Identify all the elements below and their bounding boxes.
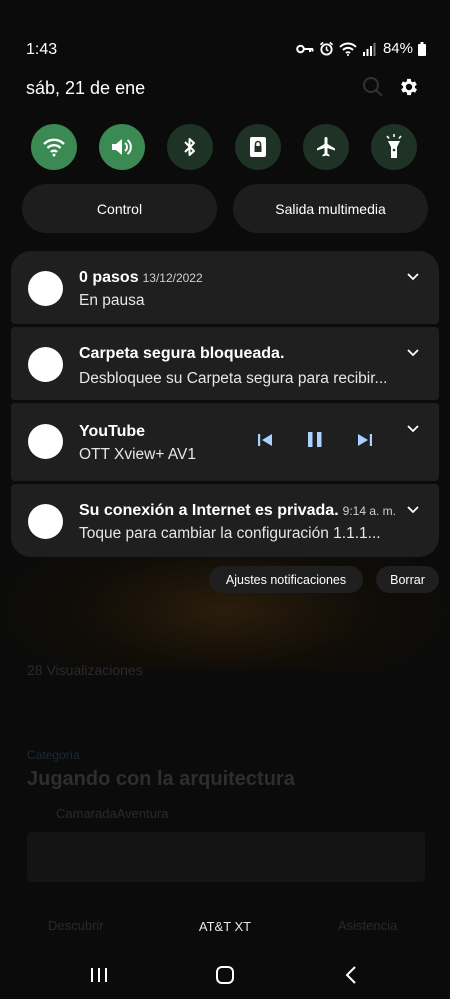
notification-settings-button[interactable]: Ajustes notificaciones [209, 566, 363, 593]
key-icon [296, 44, 314, 53]
notification-body: OTT Xview+ AV1 [79, 446, 197, 463]
app-icon [28, 271, 63, 306]
signal-icon [362, 42, 376, 56]
panel-actions [362, 76, 420, 98]
media-output-button[interactable]: Salida multimedia [233, 184, 428, 233]
notification-time: 9:14 a. m. [342, 504, 397, 518]
notification-title: Carpeta segura bloqueada. [79, 345, 285, 362]
recents-icon [91, 968, 107, 982]
notification-steps[interactable]: 0 pasos 13/12/2022 En pausa [11, 251, 439, 324]
toggle-bluetooth[interactable] [167, 124, 213, 170]
bluetooth-icon [184, 138, 195, 156]
background-headline: Jugando con la arquitectura [27, 768, 295, 790]
toggle-flashlight[interactable] [371, 124, 417, 170]
chevron-down-icon[interactable] [407, 425, 419, 433]
next-icon[interactable] [357, 433, 373, 447]
notification-title: Su conexión a Internet es privada. 9:14 a… [79, 502, 397, 519]
notification-body: Toque para cambiar la configuración 1.1.… [79, 525, 381, 542]
toggle-sound[interactable] [99, 124, 145, 170]
status-time: 1:43 [26, 41, 58, 58]
control-button[interactable]: Control [22, 184, 217, 233]
app-icon [28, 504, 63, 539]
recents-button[interactable] [84, 960, 114, 990]
toggle-rotation-lock[interactable] [235, 124, 281, 170]
notification-time: 13/12/2022 [142, 271, 203, 285]
search-icon[interactable] [362, 76, 384, 98]
background-thumbnail [27, 832, 425, 882]
alarm-icon [319, 41, 334, 56]
clear-button[interactable]: Borrar [376, 566, 439, 593]
wifi-icon [43, 138, 65, 157]
status-icons: 84% [296, 40, 426, 57]
chevron-down-icon[interactable] [407, 349, 419, 357]
app-icon [28, 347, 63, 382]
settings-icon[interactable] [398, 76, 420, 98]
sound-icon [112, 139, 132, 155]
notification-secure-folder[interactable]: Carpeta segura bloqueada. Desbloquee su … [11, 327, 439, 400]
rotation-lock-icon [250, 137, 266, 157]
system-navigation-bar [0, 950, 450, 999]
toggle-airplane[interactable] [303, 124, 349, 170]
notification-body: En pausa [79, 292, 145, 309]
previous-icon[interactable] [257, 433, 273, 447]
background-views: 28 Visualizaciones [27, 662, 143, 678]
carrier-label: AT&T XT [198, 919, 252, 934]
app-icon [28, 424, 63, 459]
wifi-icon [339, 42, 357, 56]
battery-percent: 84% [382, 40, 413, 57]
media-controls [257, 431, 373, 448]
date-label: sáb, 21 de ene [26, 78, 146, 98]
background-author: CamaradaAventura [56, 806, 169, 821]
back-button[interactable] [336, 960, 366, 990]
notification-title: 0 pasos 13/12/2022 [79, 269, 203, 286]
chevron-down-icon[interactable] [407, 273, 419, 281]
home-icon [216, 966, 234, 984]
notification-title: YouTube [79, 423, 146, 440]
airplane-icon [317, 137, 335, 157]
quick-toggles [31, 124, 419, 170]
home-button[interactable] [210, 960, 240, 990]
background-tag: Categoría [27, 748, 80, 762]
battery-icon [418, 41, 426, 56]
back-icon [345, 966, 356, 984]
toggle-wifi[interactable] [31, 124, 77, 170]
pause-icon[interactable] [307, 431, 323, 448]
notification-youtube[interactable]: YouTube OTT Xview+ AV1 [11, 403, 439, 481]
flashlight-icon [386, 134, 402, 158]
notification-private-connection[interactable]: Su conexión a Internet es privada. 9:14 a… [11, 484, 439, 557]
notification-body: Desbloquee su Carpeta segura para recibi… [79, 370, 388, 387]
chevron-down-icon[interactable] [407, 506, 419, 514]
